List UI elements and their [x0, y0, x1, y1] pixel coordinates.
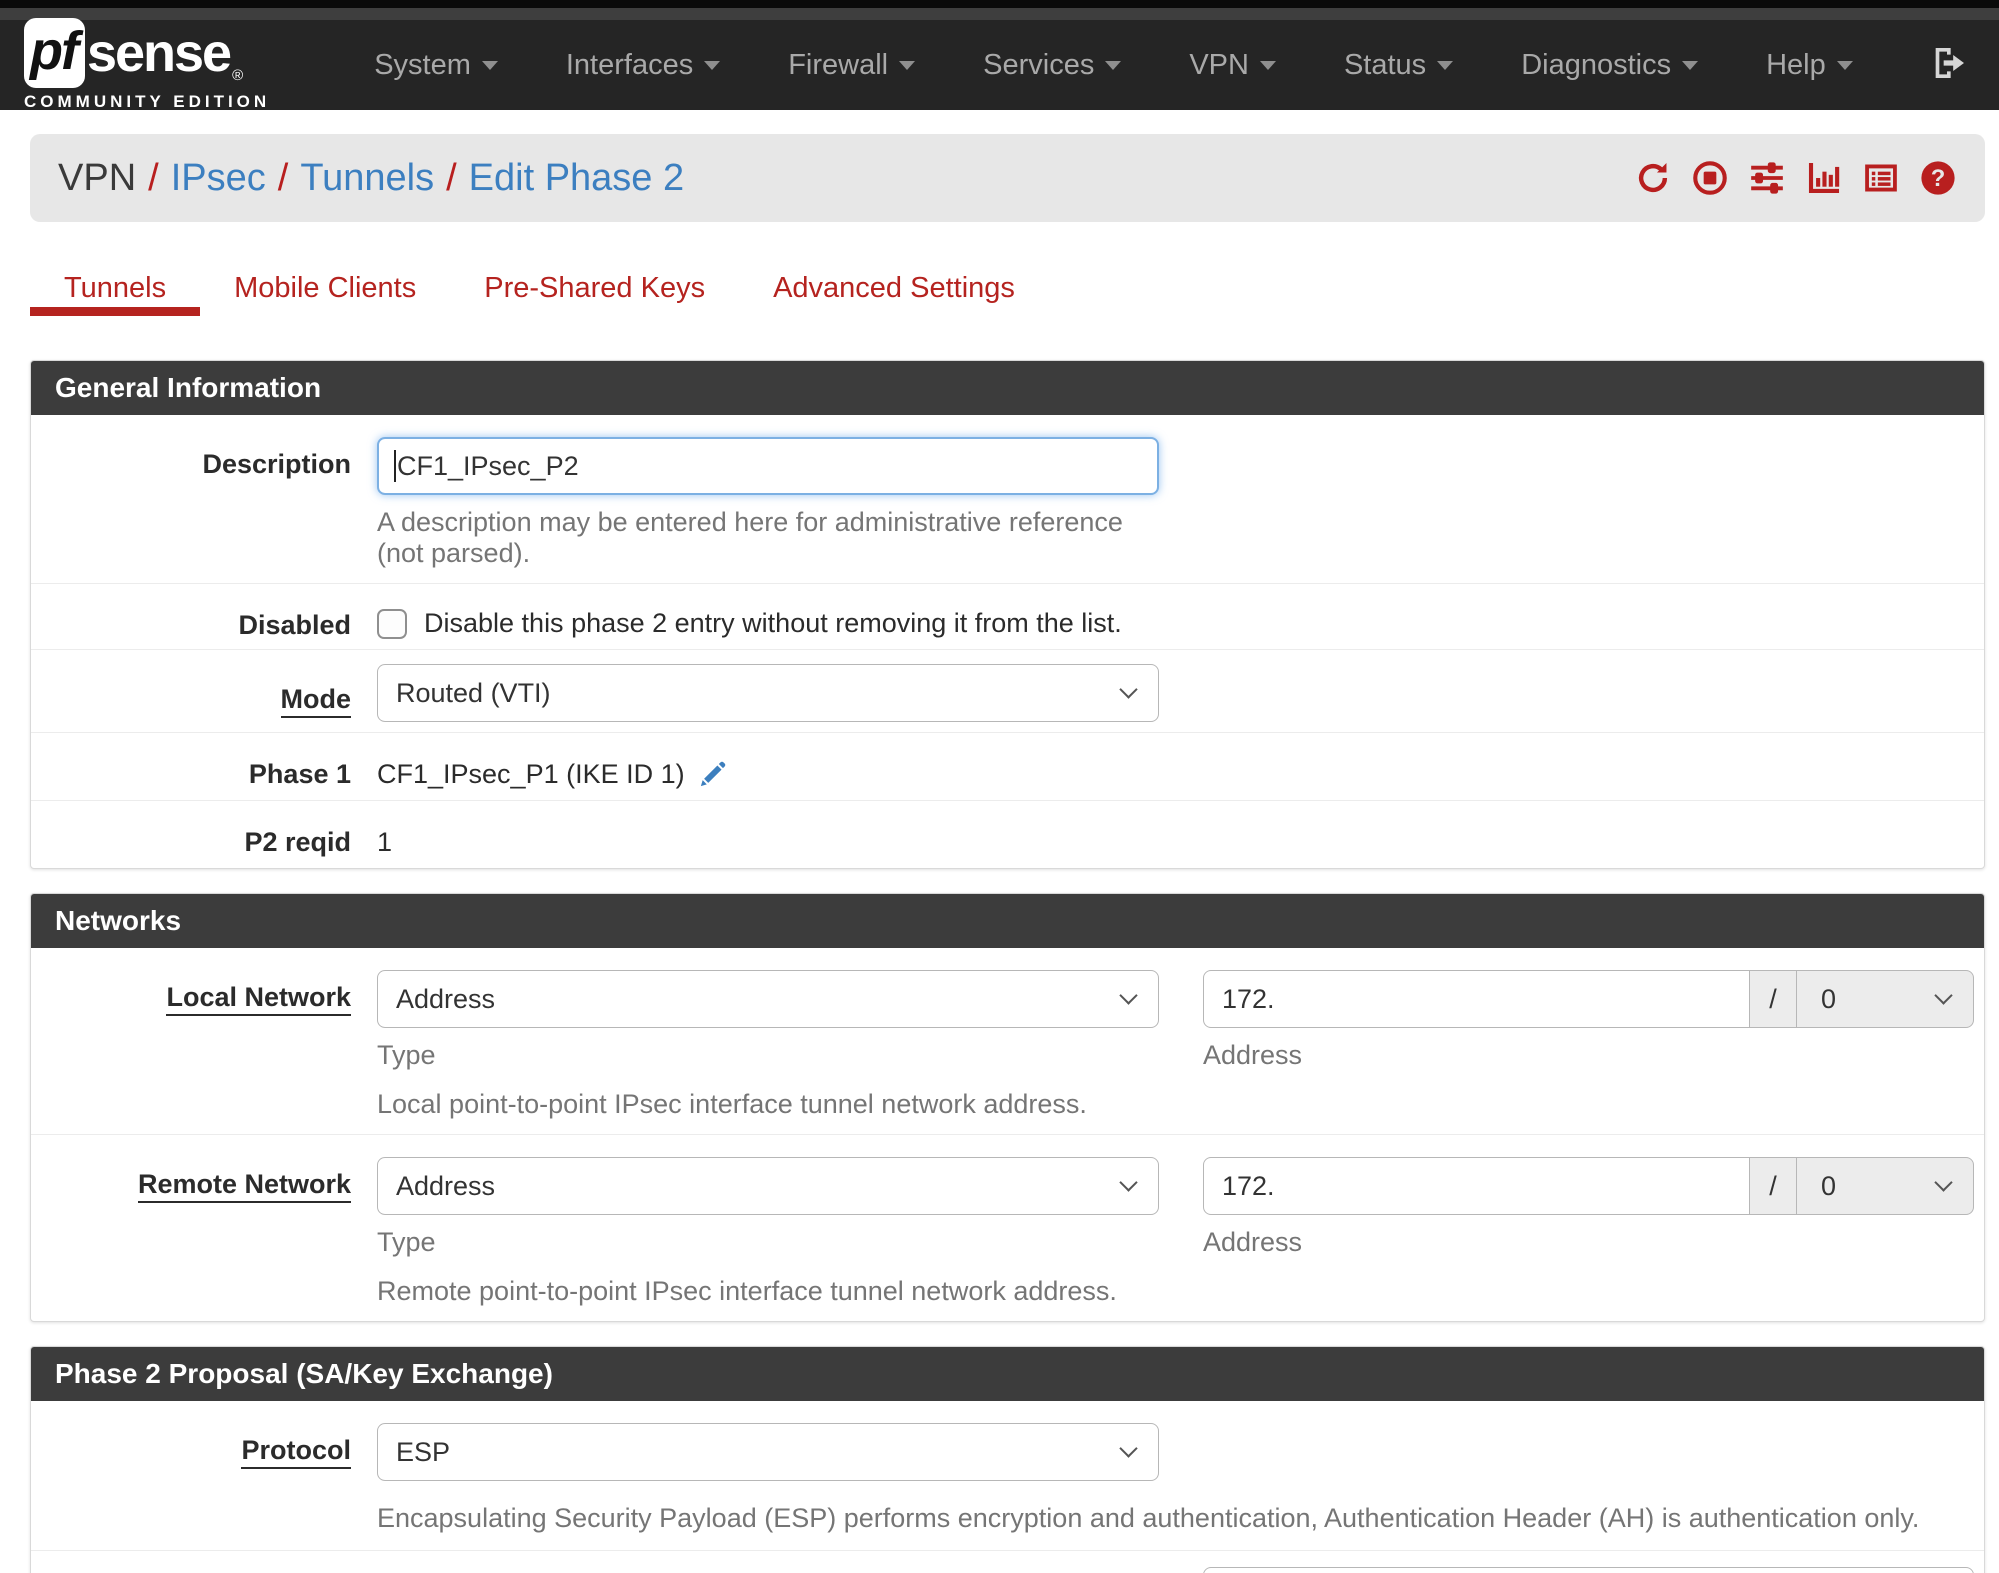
description-help: A description may be entered here for ad…	[377, 507, 1123, 568]
protocol-help: Encapsulating Security Payload (ESP) per…	[377, 1503, 1920, 1533]
mode-select[interactable]: Routed (VTI)	[377, 664, 1159, 722]
sign-out-icon	[1929, 43, 1969, 88]
row-remote-network: Remote Network Address Type Remote point…	[31, 1134, 1984, 1321]
row-encryption-aes: Encryption Algorithms AES 256 bits	[31, 1550, 1984, 1573]
disabled-checkbox[interactable]	[377, 608, 407, 639]
help-icon[interactable]: ?	[1919, 159, 1957, 197]
menu-interfaces[interactable]: Interfaces	[566, 49, 721, 82]
local-prefix-select[interactable]: 0	[1797, 970, 1974, 1028]
disabled-label: Disabled	[238, 610, 351, 640]
bar-chart-icon[interactable]	[1805, 159, 1843, 197]
edit-pencil-icon[interactable]	[697, 759, 728, 790]
local-address-help: Address	[1203, 1040, 1303, 1070]
section-tabs: Tunnels Mobile Clients Pre-Shared Keys A…	[30, 268, 1999, 316]
local-network-label: Local Network	[31, 948, 377, 1016]
p2reqid-label: P2 reqid	[244, 827, 351, 857]
remote-address-input[interactable]	[1203, 1157, 1750, 1215]
sliders-icon[interactable]	[1748, 159, 1786, 197]
logout-button[interactable]	[1929, 43, 1969, 88]
panel-title: General Information	[31, 361, 1984, 415]
remote-network-type-select[interactable]: Address	[377, 1157, 1159, 1215]
chevron-down-icon	[1437, 60, 1454, 70]
tab-advanced-settings[interactable]: Advanced Settings	[739, 268, 1049, 316]
tab-tunnels[interactable]: Tunnels	[30, 268, 201, 316]
remote-address-help: Address	[1203, 1227, 1303, 1257]
description-label: Description	[202, 449, 351, 479]
refresh-icon[interactable]	[1634, 159, 1672, 197]
chevron-down-icon	[1836, 60, 1853, 70]
local-network-description: Local point-to-point IPsec interface tun…	[377, 1089, 1087, 1119]
protocol-select[interactable]: ESP	[377, 1423, 1159, 1481]
chevron-down-icon	[1682, 60, 1699, 70]
svg-text:?: ?	[1931, 165, 1946, 192]
breadcrumb-separator: /	[277, 156, 289, 199]
slash-separator: /	[1750, 970, 1797, 1028]
chevron-down-icon	[1259, 60, 1276, 70]
top-navbar: pf sense ® COMMUNITY EDITION System Inte…	[0, 18, 1999, 112]
remote-network-label: Remote Network	[31, 1135, 377, 1203]
remote-network-description: Remote point-to-point IPsec interface tu…	[377, 1276, 1117, 1306]
logo-subtitle: COMMUNITY EDITION	[24, 92, 271, 111]
row-phase1: Phase 1 CF1_IPsec_P1 (IKE ID 1)	[31, 732, 1984, 800]
local-type-help: Type	[377, 1040, 436, 1070]
aes-keylen-select[interactable]: 256 bits	[1203, 1567, 1974, 1573]
breadcrumb: VPN / IPsec / Tunnels / Edit Phase 2	[58, 157, 684, 200]
local-address-input[interactable]	[1203, 970, 1750, 1028]
chevron-down-icon	[1105, 60, 1122, 70]
local-network-type-select[interactable]: Address	[377, 970, 1159, 1028]
row-p2reqid: P2 reqid 1	[31, 800, 1984, 868]
breadcrumb-ipsec-link[interactable]: IPsec	[171, 157, 266, 200]
chevron-down-icon	[704, 60, 721, 70]
remote-type-help: Type	[377, 1227, 436, 1257]
breadcrumb-bar: VPN / IPsec / Tunnels / Edit Phase 2 ?	[30, 134, 1985, 222]
chevron-down-icon	[481, 60, 498, 70]
panel-general-information: General Information Description A descri…	[30, 360, 1985, 869]
row-protocol: Protocol ESP Encapsulating Security Payl…	[31, 1401, 1984, 1550]
breadcrumb-vpn: VPN	[58, 156, 137, 199]
page-action-icons: ?	[1634, 159, 1957, 197]
p2reqid-value: 1	[377, 827, 393, 857]
slash-separator: /	[1750, 1157, 1797, 1215]
logo-pf-box: pf	[24, 18, 85, 88]
window-top-strip	[0, 0, 1999, 8]
window-title-strip	[0, 8, 1999, 20]
row-disabled: Disabled Disable this phase 2 entry with…	[31, 583, 1984, 649]
disabled-checkbox-label: Disable this phase 2 entry without remov…	[424, 608, 1122, 638]
chevron-down-icon	[899, 60, 916, 70]
menu-vpn[interactable]: VPN	[1189, 49, 1276, 82]
breadcrumb-tunnels-link[interactable]: Tunnels	[300, 157, 434, 200]
menu-system[interactable]: System	[374, 49, 498, 82]
menu-services[interactable]: Services	[983, 49, 1122, 82]
remote-prefix-select[interactable]: 0	[1797, 1157, 1974, 1215]
phase1-value: CF1_IPsec_P1 (IKE ID 1)	[377, 759, 685, 789]
row-mode: Mode Routed (VTI)	[31, 649, 1984, 732]
description-input[interactable]	[377, 437, 1159, 495]
navbar-menus: System Interfaces Firewall Services VPN …	[340, 49, 1929, 82]
list-icon[interactable]	[1862, 159, 1900, 197]
logo-sense-text: sense	[86, 23, 232, 83]
logo-registered-mark: ®	[232, 67, 244, 84]
phase1-label: Phase 1	[248, 759, 351, 789]
panel-title: Networks	[31, 894, 1984, 948]
menu-diagnostics[interactable]: Diagnostics	[1521, 49, 1699, 82]
menu-help[interactable]: Help	[1766, 49, 1853, 82]
pfsense-logo[interactable]: pf sense ® COMMUNITY EDITION	[24, 18, 270, 112]
row-local-network: Local Network Address Type Local point-t…	[31, 948, 1984, 1134]
breadcrumb-edit-phase2: Edit Phase 2	[468, 156, 685, 199]
panel-phase2-proposal: Phase 2 Proposal (SA/Key Exchange) Proto…	[30, 1346, 1985, 1573]
breadcrumb-separator: /	[148, 156, 159, 199]
panel-networks: Networks Local Network Address Type Loca…	[30, 893, 1985, 1322]
protocol-label: Protocol	[31, 1401, 377, 1469]
text-cursor	[394, 450, 396, 482]
breadcrumb-separator: /	[446, 156, 457, 199]
tab-mobile-clients[interactable]: Mobile Clients	[200, 268, 450, 316]
stop-circle-icon[interactable]	[1691, 159, 1729, 197]
menu-status[interactable]: Status	[1344, 49, 1454, 82]
menu-firewall[interactable]: Firewall	[788, 49, 916, 82]
row-description: Description A description may be entered…	[31, 415, 1984, 583]
mode-label: Mode	[31, 650, 377, 718]
encryption-algorithms-label: Encryption Algorithms	[31, 1551, 377, 1573]
panel-title: Phase 2 Proposal (SA/Key Exchange)	[31, 1347, 1984, 1401]
tab-pre-shared-keys[interactable]: Pre-Shared Keys	[450, 268, 739, 316]
